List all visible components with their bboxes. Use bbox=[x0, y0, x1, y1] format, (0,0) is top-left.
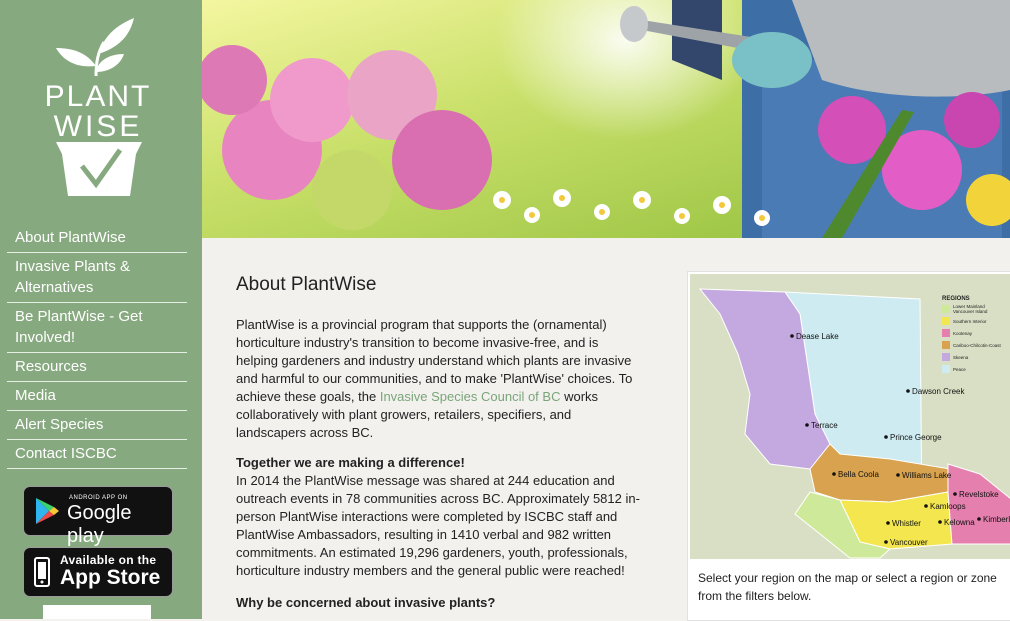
iscbc-link[interactable]: Invasive Species Council of BC bbox=[380, 389, 561, 404]
content-area: About PlantWise PlantWise is a provincia… bbox=[202, 238, 1010, 621]
bc-map-svg: Dease Lake Dawson Creek Terrace Prince G… bbox=[698, 288, 1010, 559]
city-dawson-creek: Dawson Creek bbox=[912, 387, 965, 396]
city-revelstoke: Revelstoke bbox=[959, 490, 999, 499]
google-play-big-text: Google play bbox=[67, 502, 132, 547]
page-title: About PlantWise bbox=[236, 274, 377, 295]
intro-paragraph: PlantWise is a provincial program that s… bbox=[236, 316, 641, 442]
app-store-small-text: Available on the bbox=[60, 553, 157, 567]
nav-alert-species[interactable]: Alert Species bbox=[7, 411, 187, 440]
city-kamloops: Kamloops bbox=[930, 502, 966, 511]
map-caption: Select your region on the map or select … bbox=[698, 571, 997, 603]
nav-contact-iscbc[interactable]: Contact ISCBC bbox=[7, 440, 187, 469]
city-kimberley: Kimberley bbox=[983, 515, 1010, 524]
google-play-badge[interactable]: ANDROID APP ON Google play bbox=[23, 486, 173, 547]
sidebar-white-box bbox=[43, 605, 151, 619]
city-terrace: Terrace bbox=[811, 421, 838, 430]
main-nav: About PlantWise Invasive Plants & Altern… bbox=[7, 224, 187, 469]
city-williams-lake: Williams Lake bbox=[902, 471, 952, 480]
sidebar: PLANT WISE About PlantWise Invasive Plan… bbox=[0, 0, 202, 619]
map-legend: REGIONS Lower Mainland Vancouver Island … bbox=[942, 296, 1002, 373]
city-bella-coola: Bella Coola bbox=[838, 470, 879, 479]
logo-text-plant: PLANT bbox=[45, 80, 152, 113]
nav-resources[interactable]: Resources bbox=[7, 353, 187, 382]
nav-media[interactable]: Media bbox=[7, 382, 187, 411]
concern-heading: Why be concerned about invasive plants? bbox=[236, 595, 496, 610]
city-vancouver: Vancouver bbox=[890, 538, 928, 547]
legend-cariboo: Cariboo-Chilcotin-Coast bbox=[953, 343, 1002, 348]
city-whistler: Whistler bbox=[892, 519, 921, 528]
legend-title: REGIONS bbox=[942, 296, 970, 302]
nav-about-plantwise[interactable]: About PlantWise bbox=[7, 224, 187, 253]
logo-text-wise: WISE bbox=[54, 110, 143, 143]
difference-section: Together we are making a difference! In … bbox=[236, 454, 641, 580]
app-store-big-text: App Store bbox=[60, 566, 161, 589]
phone-icon bbox=[34, 557, 50, 587]
google-play-small-text: ANDROID APP ON bbox=[69, 495, 128, 501]
plantwise-logo[interactable]: PLANT WISE bbox=[38, 14, 158, 202]
nav-get-involved[interactable]: Be PlantWise - Get Involved! bbox=[7, 303, 187, 353]
region-map-panel: Dease Lake Dawson Creek Terrace Prince G… bbox=[687, 271, 1010, 621]
city-dease-lake: Dease Lake bbox=[796, 332, 839, 341]
city-kelowna: Kelowna bbox=[944, 518, 975, 527]
legend-skeena: Skeena bbox=[953, 355, 969, 360]
hero-image bbox=[202, 0, 1010, 238]
legend-vancouver-island: Vancouver Island bbox=[953, 309, 988, 314]
city-prince-george: Prince George bbox=[890, 433, 942, 442]
difference-body: In 2014 the PlantWise message was shared… bbox=[236, 473, 640, 578]
bc-region-map[interactable]: Dease Lake Dawson Creek Terrace Prince G… bbox=[690, 274, 1010, 559]
google-play-icon bbox=[36, 498, 59, 524]
legend-kootenay: Kootenay bbox=[953, 331, 973, 336]
garden-watering-illustration bbox=[202, 0, 1010, 238]
legend-southern-interior: Southern Interior bbox=[953, 319, 987, 324]
app-store-badge[interactable]: Available on the App Store bbox=[23, 547, 173, 597]
legend-peace: Peace bbox=[953, 367, 966, 372]
concern-section: Why be concerned about invasive plants? bbox=[236, 594, 641, 612]
nav-invasive-plants[interactable]: Invasive Plants & Alternatives bbox=[7, 253, 187, 303]
difference-heading: Together we are making a difference! bbox=[236, 455, 465, 470]
